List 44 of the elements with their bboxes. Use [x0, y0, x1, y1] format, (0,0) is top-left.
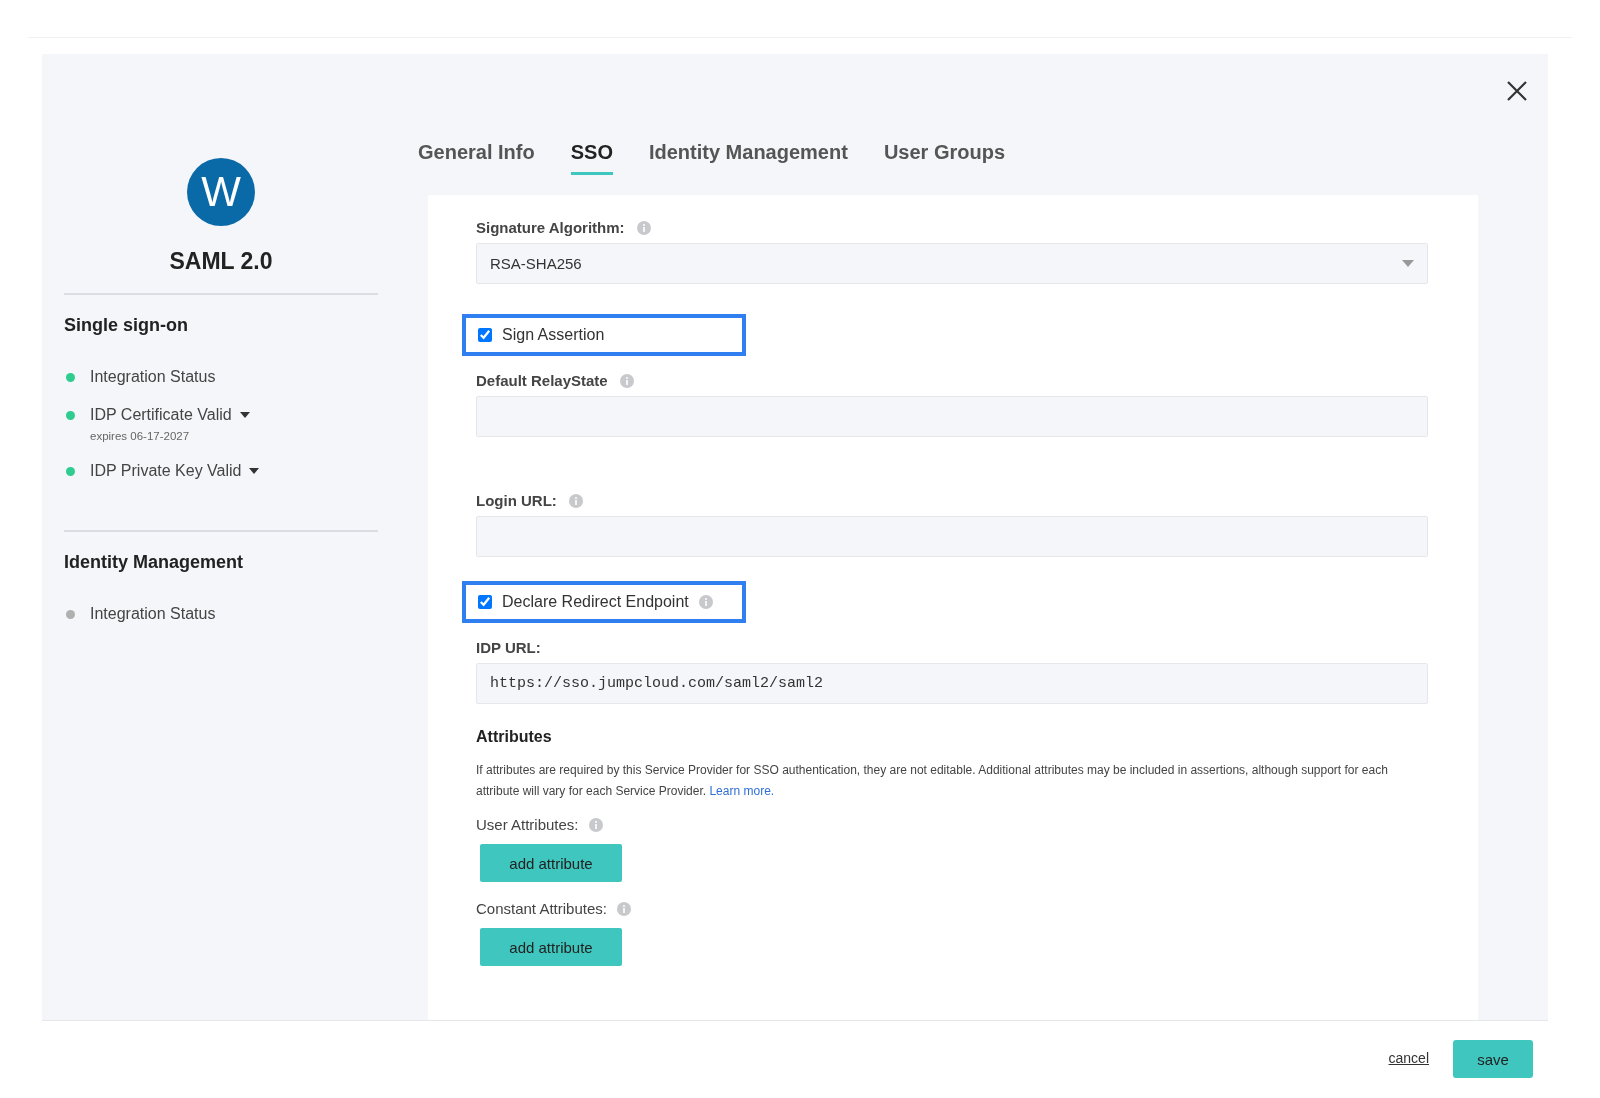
caret-icon[interactable] — [249, 468, 260, 474]
checkbox-row[interactable]: Sign Assertion — [462, 314, 746, 356]
field-label: IDP URL: — [476, 639, 541, 656]
checkbox[interactable] — [478, 328, 492, 342]
section-title: Single sign-on — [64, 315, 189, 336]
status-label: Integration Status — [90, 605, 216, 623]
add-attribute-button[interactable]: add attribute — [480, 928, 622, 966]
checkbox-row[interactable]: Declare Redirect Endpoint — [462, 581, 746, 623]
app-title: SAML 2.0 — [64, 248, 378, 295]
section-title: Attributes — [476, 728, 553, 746]
description-text: If attributes are required by this Service Provider for SSO authentication, they are not editable. Additional attributes may be included in assertions, although support for each attribute will vary for each Service Provider. Learn more. — [476, 762, 1389, 800]
tab[interactable]: User Groups — [883, 141, 1006, 175]
info-icon[interactable] — [619, 373, 634, 388]
input-field[interactable] — [476, 396, 1428, 437]
expiry-text: expires 06-17-2027 — [90, 430, 191, 442]
select-field[interactable]: RSA-SHA256 — [476, 243, 1428, 284]
field-label: Signature Algorithm: — [476, 219, 625, 236]
field-label: User Attributes: — [476, 816, 579, 833]
cancel-link[interactable]: cancel — [1388, 1050, 1429, 1066]
learn-more-link[interactable]: Learn more. — [709, 784, 775, 798]
field-label: Login URL: — [476, 492, 557, 509]
info-icon[interactable] — [588, 817, 603, 832]
info-icon[interactable] — [568, 493, 583, 508]
add-attribute-button[interactable]: add attribute — [480, 844, 622, 882]
checkbox[interactable] — [478, 595, 492, 609]
info-icon[interactable] — [698, 595, 713, 609]
info-icon[interactable] — [636, 220, 651, 235]
field-label: Constant Attributes: — [476, 900, 607, 917]
status-label: IDP Certificate Valid — [90, 406, 232, 424]
close-button[interactable] — [1506, 80, 1528, 102]
section-title: Identity Management — [64, 552, 245, 573]
info-icon[interactable] — [616, 901, 631, 916]
tab[interactable]: SSO — [570, 141, 613, 175]
tab[interactable]: Identity Management — [648, 141, 848, 175]
caret-icon — [1402, 260, 1414, 267]
input-field[interactable] — [476, 516, 1428, 557]
save-button[interactable]: save — [1453, 1040, 1533, 1078]
field-label: Default RelayState — [476, 372, 608, 389]
status-label: IDP Private Key Valid — [90, 462, 242, 480]
app-avatar: W — [187, 158, 255, 226]
caret-icon[interactable] — [239, 412, 250, 418]
tab[interactable]: General Info — [418, 141, 535, 175]
status-label: Integration Status — [90, 368, 216, 386]
input-field[interactable]: https://sso.jumpcloud.com/saml2/saml2 — [476, 663, 1428, 704]
